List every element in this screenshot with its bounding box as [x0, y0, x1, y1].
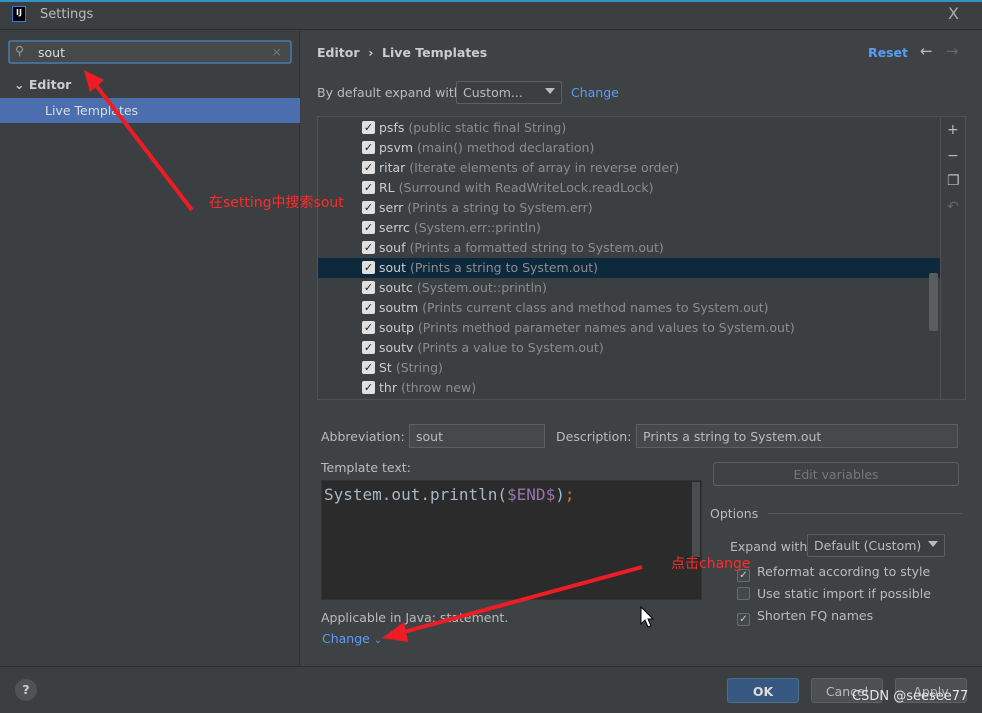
annotation-search-note: 在setting中搜索sout — [209, 195, 344, 211]
arrowhead — [382, 622, 408, 642]
annotation-change-note: 点击change — [671, 556, 751, 572]
watermark: CSDN @seesee77 — [852, 689, 969, 704]
annotation-arrows — [84, 70, 655, 642]
annotation-arrow — [399, 565, 643, 635]
mouse-cursor-icon — [640, 605, 655, 628]
annotation-arrow — [90, 78, 194, 212]
